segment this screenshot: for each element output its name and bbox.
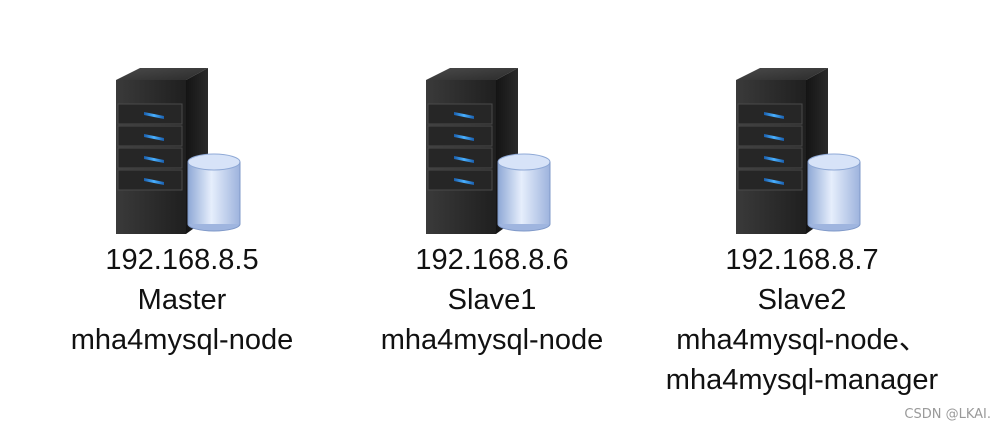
node-role: Slave2: [757, 284, 847, 316]
node-software: mha4mysql-node、: [676, 324, 928, 356]
watermark: CSDN @LKAI.: [904, 407, 991, 422]
node-ip: 192.168.8.5: [105, 244, 259, 276]
node-slave2: 192.168.8.7 Slave2 mha4mysql-node、 mha4m…: [632, 0, 972, 432]
node-software-manager: mha4mysql-manager: [665, 364, 939, 396]
mysql-server-icon: [115, 68, 241, 234]
node-master: 192.168.8.5 Master mha4mysql-node: [12, 0, 352, 432]
node-ip: 192.168.8.7: [725, 244, 879, 276]
mysql-server-icon: [735, 68, 861, 234]
node-software: mha4mysql-node: [380, 324, 604, 356]
node-slave1: 192.168.8.6 Slave1 mha4mysql-node: [322, 0, 662, 432]
mysql-server-icon: [425, 68, 551, 234]
node-role: Master: [137, 284, 227, 316]
node-labels: 192.168.8.5 Master mha4mysql-node: [12, 240, 352, 360]
node-labels: 192.168.8.7 Slave2 mha4mysql-node、 mha4m…: [632, 240, 972, 400]
node-software: mha4mysql-node: [70, 324, 294, 356]
node-role: Slave1: [447, 284, 537, 316]
node-labels: 192.168.8.6 Slave1 mha4mysql-node: [322, 240, 662, 360]
node-ip: 192.168.8.6: [415, 244, 569, 276]
